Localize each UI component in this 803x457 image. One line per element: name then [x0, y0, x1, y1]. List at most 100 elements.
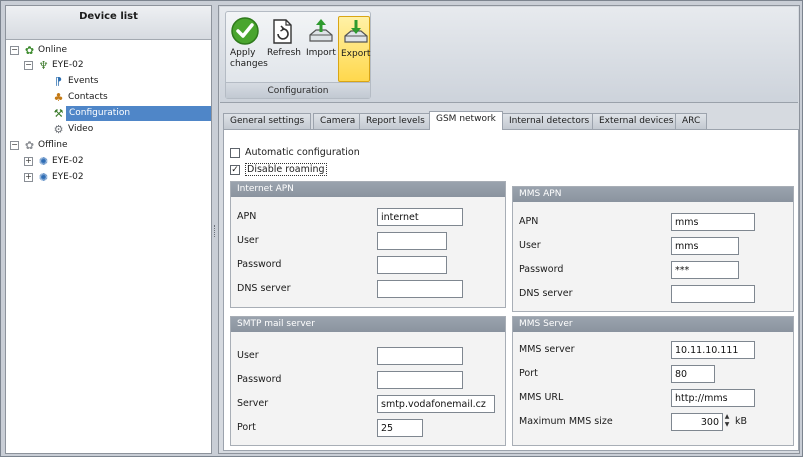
mms-port-row: Port — [519, 365, 779, 383]
device-icon: ♆ — [38, 59, 49, 72]
tree-label-online-device: EYE-02 — [52, 60, 84, 70]
tree-item-contacts[interactable]: ♣ Contacts — [6, 90, 211, 105]
tree-item-online[interactable]: − ✿ Online — [6, 43, 211, 58]
configuration-tool-group: Apply changes Refresh Import Export Conf… — [225, 11, 371, 99]
internet-apn-group: Internet APN APN User Password DNS serve… — [230, 181, 506, 308]
tool-group-caption: Configuration — [226, 82, 370, 98]
mms-server-input[interactable] — [671, 341, 755, 359]
internet-dns-input[interactable] — [377, 280, 463, 298]
tree-label-configuration: Configuration — [69, 108, 131, 118]
smtp-password-input[interactable] — [377, 371, 463, 389]
application-window: Device list − ✿ Online − ♆ EYE-02 ⁋ Even… — [0, 0, 803, 457]
smtp-server-row: Server — [237, 395, 497, 413]
collapse-toggle-icon[interactable]: − — [24, 61, 33, 70]
tab-external-devices[interactable]: External devices — [592, 113, 681, 129]
expand-toggle-icon[interactable]: + — [24, 157, 33, 166]
export-button[interactable]: Export — [338, 16, 370, 82]
tree-item-offline[interactable]: − ✿ Offline — [6, 138, 211, 153]
mms-user-input[interactable] — [671, 237, 739, 255]
mms-dns-input[interactable] — [671, 285, 755, 303]
smtp-user-input[interactable] — [377, 347, 463, 365]
internet-user-row: User — [237, 232, 497, 250]
mms-apn-input[interactable] — [671, 213, 755, 231]
mms-apn-group: MMS APN APN User Password DNS server — [512, 186, 794, 312]
mms-server-row: MMS server — [519, 341, 779, 359]
automatic-configuration-label: Automatic configuration — [245, 147, 360, 158]
mms-url-label: MMS URL — [519, 392, 564, 403]
spin-updown-icon[interactable]: ▲ ▼ — [723, 413, 731, 431]
events-icon: ⁋ — [55, 75, 62, 88]
internet-user-input[interactable] — [377, 232, 447, 250]
offline-device-icon: ✺ — [38, 171, 49, 184]
device-tree: − ✿ Online − ♆ EYE-02 ⁋ Events ♣ Contact… — [6, 40, 211, 452]
internet-password-input[interactable] — [377, 256, 447, 274]
contacts-icon: ♣ — [53, 91, 64, 104]
mms-user-row: User — [519, 237, 779, 255]
mms-url-input[interactable] — [671, 389, 755, 407]
mms-server-group: MMS Server MMS server Port MMS URL Maxim… — [512, 316, 794, 446]
gsm-network-panel: Automatic configuration ✓ Disable roamin… — [223, 129, 799, 451]
smtp-port-row: Port — [237, 419, 497, 437]
mms-max-size-row: Maximum MMS size ▲▼ kB — [519, 413, 779, 431]
tree-item-offline-device[interactable]: + ✺ EYE-02 — [6, 170, 211, 185]
tree-item-configuration[interactable]: ⚒ Configuration — [6, 106, 211, 121]
port-label: Port — [519, 368, 538, 379]
apply-check-icon — [231, 17, 259, 45]
user-label: User — [237, 235, 259, 246]
smtp-server-input[interactable] — [377, 395, 495, 413]
tab-report-levels[interactable]: Report levels — [359, 113, 432, 129]
apply-changes-button[interactable]: Apply changes — [228, 16, 268, 82]
tree-item-online-device[interactable]: − ♆ EYE-02 — [6, 58, 211, 73]
smtp-title: SMTP mail server — [231, 317, 505, 332]
tree-label-online: Online — [38, 45, 68, 55]
smtp-port-input[interactable] — [377, 419, 423, 437]
collapse-toggle-icon[interactable]: − — [10, 46, 19, 55]
tree-label-video: Video — [68, 124, 94, 134]
device-list-panel: Device list − ✿ Online − ♆ EYE-02 ⁋ Even… — [5, 5, 212, 454]
tree-label-offline: Offline — [38, 140, 68, 150]
apn-label: APN — [519, 216, 539, 227]
tab-camera[interactable]: Camera — [313, 113, 363, 129]
internet-password-row: Password — [237, 256, 497, 274]
tab-arc[interactable]: ARC — [675, 113, 708, 129]
refresh-button[interactable]: Refresh — [265, 16, 301, 82]
server-label: Server — [237, 398, 269, 409]
export-label: Export — [341, 49, 371, 59]
mms-password-row: Password — [519, 261, 779, 279]
tree-item-offline-device[interactable]: + ✺ EYE-02 — [6, 154, 211, 169]
user-label: User — [519, 240, 541, 251]
user-label: User — [237, 350, 259, 361]
collapse-toggle-icon[interactable]: − — [10, 141, 19, 150]
apn-label: APN — [237, 211, 257, 222]
internet-apn-input[interactable] — [377, 208, 463, 226]
disable-roaming-label: Disable roaming — [245, 163, 327, 176]
tab-gsm-network[interactable]: GSM network — [429, 111, 503, 130]
expand-toggle-icon[interactable]: + — [24, 173, 33, 182]
tree-item-events[interactable]: ⁋ Events — [6, 74, 211, 89]
video-icon: ⚙ — [53, 123, 64, 136]
tree-label-contacts: Contacts — [68, 92, 108, 102]
tree-label-events: Events — [68, 76, 99, 86]
tab-internal-detectors[interactable]: Internal detectors — [502, 113, 597, 129]
mms-password-input[interactable] — [671, 261, 739, 279]
mms-port-input[interactable] — [671, 365, 715, 383]
password-label: Password — [519, 264, 564, 275]
offline-group-icon: ✿ — [24, 139, 35, 152]
mms-server-label: MMS server — [519, 344, 575, 355]
mms-apn-row: APN — [519, 213, 779, 231]
mms-apn-title: MMS APN — [513, 187, 793, 202]
panel-splitter[interactable] — [213, 201, 217, 261]
smtp-user-row: User — [237, 347, 497, 365]
automatic-configuration-checkbox[interactable] — [230, 148, 240, 158]
dns-server-label: DNS server — [237, 283, 291, 294]
tree-item-video[interactable]: ⚙ Video — [6, 122, 211, 137]
refresh-label: Refresh — [267, 48, 301, 58]
disable-roaming-checkbox[interactable]: ✓ — [230, 165, 240, 175]
import-tray-icon — [309, 19, 333, 42]
password-label: Password — [237, 374, 282, 385]
internet-apn-title: Internet APN — [231, 182, 505, 197]
export-tray-icon — [344, 20, 368, 43]
tab-general-settings[interactable]: General settings — [223, 113, 312, 129]
max-mms-size-input[interactable] — [671, 413, 723, 431]
import-button[interactable]: Import — [304, 16, 336, 82]
